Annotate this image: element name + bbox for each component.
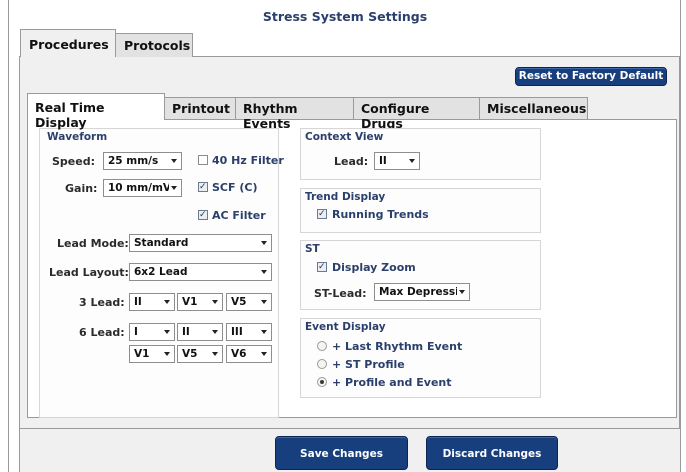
window-title: Stress System Settings <box>262 9 428 24</box>
six-lead-value-3: III <box>231 326 243 338</box>
chevron-down-icon <box>164 300 170 304</box>
six-lead-value-5: V5 <box>182 348 198 360</box>
context-lead-select[interactable]: II <box>374 152 420 170</box>
chevron-down-icon <box>409 159 415 163</box>
context-view-title: Context View <box>305 131 384 143</box>
chevron-down-icon <box>261 300 267 304</box>
profile-and-event-label: + Profile and Event <box>332 376 452 389</box>
context-lead-value: II <box>379 155 387 167</box>
three-lead-select-1[interactable]: II <box>129 293 175 311</box>
six-lead-select-5[interactable]: V5 <box>177 345 223 363</box>
event-display-title: Event Display <box>305 321 386 333</box>
window-frame-right <box>680 0 686 472</box>
three-lead-value-2: V1 <box>182 296 198 308</box>
reset-to-factory-default-button[interactable]: Reset to Factory Default <box>515 67 667 86</box>
checkmark-icon: ✓ <box>199 182 207 192</box>
six-lead-select-2[interactable]: II <box>177 323 223 341</box>
st-lead-label: ST-Lead: <box>314 287 367 300</box>
scf-label: SCF (C) <box>212 181 258 194</box>
tab-protocols[interactable]: Protocols <box>115 33 193 57</box>
lead-layout-value: 6x2 Lead <box>134 266 188 278</box>
three-lead-value-3: V5 <box>231 296 247 308</box>
chevron-down-icon <box>164 352 170 356</box>
chevron-down-icon <box>212 330 218 334</box>
lead-mode-label: Lead Mode: <box>57 237 129 250</box>
ac-filter-label: AC Filter <box>212 209 266 222</box>
chevron-down-icon <box>261 241 267 245</box>
six-lead-value-2: II <box>182 326 190 338</box>
chevron-down-icon <box>261 330 267 334</box>
three-lead-label: 3 Lead: <box>79 296 125 309</box>
speed-select[interactable]: 25 mm/s <box>103 152 182 170</box>
last-rhythm-event-radio[interactable] <box>317 341 327 351</box>
st-lead-select[interactable]: Max Depression <box>374 283 470 301</box>
chevron-down-icon <box>171 186 177 190</box>
gain-value: 10 mm/mV <box>108 182 169 194</box>
tab-printout[interactable]: Printout <box>164 97 236 119</box>
checkmark-icon: ✓ <box>318 209 326 219</box>
six-lead-value-1: I <box>134 326 138 338</box>
trend-display-title: Trend Display <box>305 191 386 203</box>
six-lead-select-1[interactable]: I <box>129 323 175 341</box>
six-lead-select-4[interactable]: V1 <box>129 345 175 363</box>
tab-procedures[interactable]: Procedures <box>20 29 116 57</box>
speed-label: Speed: <box>52 155 95 168</box>
display-zoom-checkbox[interactable]: ✓ <box>317 262 327 272</box>
lead-layout-select[interactable]: 6x2 Lead <box>129 263 272 281</box>
six-lead-value-4: V1 <box>134 348 150 360</box>
running-trends-label: Running Trends <box>332 208 429 221</box>
chevron-down-icon <box>459 290 465 294</box>
discard-changes-button[interactable]: Discard Changes <box>426 436 558 470</box>
six-lead-value-6: V6 <box>231 348 247 360</box>
filter-40hz-checkbox[interactable] <box>198 155 208 165</box>
six-lead-label: 6 Lead: <box>79 326 125 339</box>
chevron-down-icon <box>212 300 218 304</box>
checkmark-icon: ✓ <box>318 262 326 272</box>
scf-checkbox[interactable]: ✓ <box>198 182 208 192</box>
speed-value: 25 mm/s <box>108 155 159 167</box>
checkmark-icon: ✓ <box>199 210 207 220</box>
chevron-down-icon <box>164 330 170 334</box>
radio-selected-dot <box>320 380 324 384</box>
st-lead-value: Max Depression <box>379 286 457 298</box>
three-lead-select-3[interactable]: V5 <box>226 293 272 311</box>
chevron-down-icon <box>171 159 177 163</box>
save-changes-button[interactable]: Save Changes <box>275 436 408 470</box>
st-title: ST <box>305 243 320 255</box>
tab-miscellaneous[interactable]: Miscellaneous <box>479 97 588 119</box>
lead-mode-select[interactable]: Standard <box>129 234 272 252</box>
display-zoom-label: Display Zoom <box>332 261 416 274</box>
chevron-down-icon <box>212 352 218 356</box>
tab-configure-drugs[interactable]: Configure Drugs <box>353 97 480 131</box>
chevron-down-icon <box>261 352 267 356</box>
last-rhythm-event-label: + Last Rhythm Event <box>332 340 463 353</box>
profile-and-event-radio[interactable] <box>317 377 327 387</box>
chevron-down-icon <box>261 270 267 274</box>
gain-label: Gain: <box>65 182 98 195</box>
lead-mode-value: Standard <box>134 237 189 249</box>
waveform-title: Waveform <box>47 131 108 143</box>
three-lead-select-2[interactable]: V1 <box>177 293 223 311</box>
six-lead-select-3[interactable]: III <box>226 323 272 341</box>
running-trends-checkbox[interactable]: ✓ <box>317 209 327 219</box>
lead-layout-label: Lead Layout: <box>49 266 129 279</box>
context-lead-label: Lead: <box>334 155 369 168</box>
three-lead-value-1: II <box>134 296 142 308</box>
filter-40hz-label: 40 Hz Filter <box>212 154 284 167</box>
tab-real-time-display[interactable]: Real Time Display <box>27 93 165 130</box>
st-profile-label: + ST Profile <box>332 358 405 371</box>
st-profile-radio[interactable] <box>317 359 327 369</box>
six-lead-select-6[interactable]: V6 <box>226 345 272 363</box>
gain-select[interactable]: 10 mm/mV <box>103 179 182 197</box>
window-frame-left <box>0 0 9 472</box>
ac-filter-checkbox[interactable]: ✓ <box>198 210 208 220</box>
tab-rhythm-events[interactable]: Rhythm Events <box>235 97 354 131</box>
